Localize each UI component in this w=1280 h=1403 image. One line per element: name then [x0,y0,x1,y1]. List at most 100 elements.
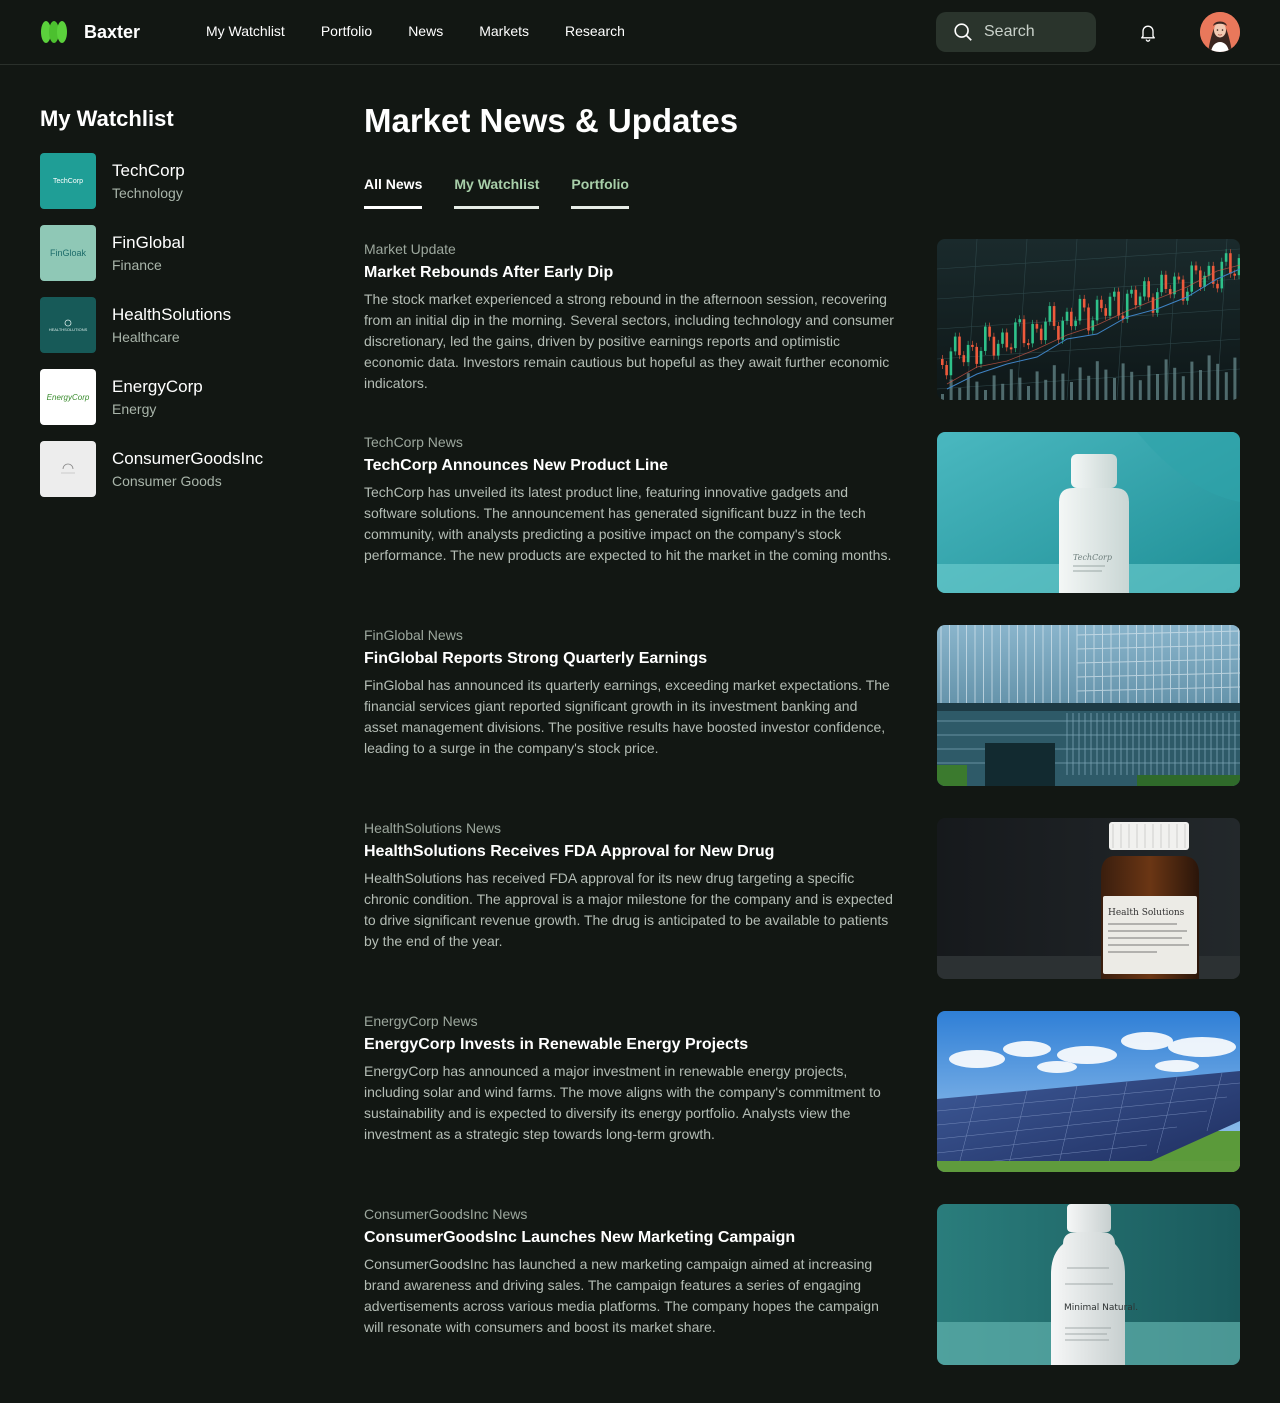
company-sector: Consumer Goods [112,472,222,489]
news-article[interactable]: Market Update Market Rebounds After Earl… [364,239,1240,400]
company-name: ConsumerGoodsInc [112,448,264,468]
article-category: Market Update [364,241,456,257]
avatar-portrait-icon [1200,12,1240,52]
stock-volume-bar [1216,363,1220,400]
article-body: ConsumerGoodsInc has launched a new mark… [364,1256,879,1335]
article-title[interactable]: EnergyCorp Invests in Renewable Energy P… [364,1036,748,1054]
brand-name: Baxter [84,21,141,42]
article-category: EnergyCorp News [364,1013,478,1029]
stock-volume-bar [1113,378,1116,400]
company-name: HealthSolutions [112,304,232,324]
article-title[interactable]: Market Rebounds After Early Dip [364,264,613,282]
watchlist-item-techcorp[interactable]: TechCorp TechCorp Technology [40,153,300,209]
bottle-label: TechCorp [1073,553,1112,562]
company-sector: Technology [112,184,183,201]
brand-logo-icon [41,21,67,43]
stock-volume-bar [1001,383,1005,400]
tab-my-watchlist[interactable]: My Watchlist [454,176,540,209]
stock-chart-image[interactable] [937,239,1240,400]
stock-volume-bar [1164,359,1168,400]
solar-panel-graphic [937,1011,1240,1172]
stock-volume-bar [1173,367,1177,400]
watchlist-item-consumergoodsinc[interactable]: ConsumerGoodsInc Consumer Goods [40,441,300,497]
health-emblem-icon [64,319,72,326]
finglobal-logo: FinGloak [40,225,96,281]
medicine-bottle-image[interactable]: Health Solutions [937,818,1240,979]
stock-volume-bar [984,390,987,400]
article-title[interactable]: FinGlobal Reports Strong Quarterly Earni… [364,650,707,668]
article-title[interactable]: HealthSolutions Receives FDA Approval fo… [364,843,774,861]
stock-volume-bar [1061,373,1065,400]
stock-chart-graphic [937,239,1240,400]
stock-volume-bar [1190,361,1194,400]
company-name: TechCorp [112,160,185,180]
news-article[interactable]: EnergyCorp News EnergyCorp Invests in Re… [364,1011,1240,1172]
stock-volume-bar [975,381,979,400]
office-building-image[interactable] [937,625,1240,786]
search-box[interactable] [936,12,1096,52]
article-category: ConsumerGoodsInc News [364,1206,528,1222]
stock-volume-bar [966,373,970,400]
search-input[interactable] [984,23,1084,41]
article-body: FinGlobal has announced its quarterly ea… [364,677,890,756]
nav-item-my-watchlist[interactable]: My Watchlist [206,23,285,39]
article-body: EnergyCorp has announced a major investm… [364,1063,881,1142]
stock-volume-bar [1052,365,1056,400]
article-title[interactable]: TechCorp Announces New Product Line [364,457,668,475]
stock-volume-bar [1070,382,1073,400]
article-body: TechCorp has unveiled its latest product… [364,484,892,563]
top-header: Baxter My Watchlist Portfolio News Marke… [0,0,1280,65]
news-article[interactable]: HealthSolutions News HealthSolutions Rec… [364,818,1240,979]
watchlist-item-energycorp[interactable]: EnergyCorp EnergyCorp Energy [40,369,300,425]
article-title[interactable]: ConsumerGoodsInc Launches New Marketing … [364,1229,795,1247]
stock-volume-bar [941,394,944,400]
tab-portfolio[interactable]: Portfolio [571,176,629,209]
company-logo-text: EnergyCorp [46,392,90,402]
stock-volume-bar [1181,376,1185,400]
healthsolutions-logo: HEALTHSOLUTIONS [40,297,96,353]
nav-item-markets[interactable]: Markets [479,23,529,39]
stock-volume-bar [1078,367,1082,400]
search-icon [954,23,972,41]
bottle-label: Health Solutions [1108,908,1185,918]
stock-volume-bar [1035,371,1039,400]
company-logo-text: FinGloak [49,248,86,258]
stock-volume-bar [1207,355,1211,400]
solar-panel-image[interactable] [937,1011,1240,1172]
stock-volume-bar [1130,371,1134,400]
medicine-bottle-graphic: Health Solutions [937,818,1240,979]
company-name: EnergyCorp [112,376,203,396]
article-body: HealthSolutions has received FDA approva… [364,870,893,949]
consumer-bottle-image[interactable]: Minimal Natural. [937,1204,1240,1365]
watchlist-item-finglobal[interactable]: FinGloak FinGlobal Finance [40,225,300,281]
watchlist-item-healthsolutions[interactable]: HEALTHSOLUTIONS HealthSolutions Healthca… [40,297,300,353]
tab-all-news[interactable]: All News [364,176,423,209]
news-article[interactable]: FinGlobal News FinGlobal Reports Strong … [364,625,1240,786]
stock-volume-bar [1095,361,1099,400]
product-bottle-image[interactable]: TechCorp [937,432,1240,593]
bottle-label: Minimal Natural. [1064,1303,1138,1313]
news-article[interactable]: TechCorp News TechCorp Announces New Pro… [364,432,1240,593]
company-sector: Energy [112,400,157,417]
watchlist-list: TechCorp TechCorp Technology FinGloak Fi… [40,153,300,513]
product-bottle-graphic: TechCorp [937,432,1240,593]
stock-volume-bar [1156,374,1159,400]
page-title: Market News & Updates [364,102,739,139]
stock-volume-bar [1121,363,1125,400]
stock-volume-bar [1044,379,1048,400]
nav-item-portfolio[interactable]: Portfolio [321,23,372,39]
news-article[interactable]: ConsumerGoodsInc News ConsumerGoodsInc L… [364,1204,1240,1365]
office-building-graphic [937,625,1240,786]
nav-item-research[interactable]: Research [565,23,625,39]
article-category: TechCorp News [364,434,463,450]
brand-logo[interactable]: Baxter [40,18,140,46]
user-avatar[interactable] [1200,12,1240,52]
stock-volume-bar [1009,369,1013,400]
company-name: FinGlobal [112,232,185,252]
energycorp-logo: EnergyCorp [40,369,96,425]
bell-icon[interactable] [1138,22,1158,42]
consumer-emblem-icon [61,463,75,474]
article-category: HealthSolutions News [364,820,501,836]
nav-item-news[interactable]: News [408,23,443,39]
stock-volume-bar [1199,370,1202,400]
